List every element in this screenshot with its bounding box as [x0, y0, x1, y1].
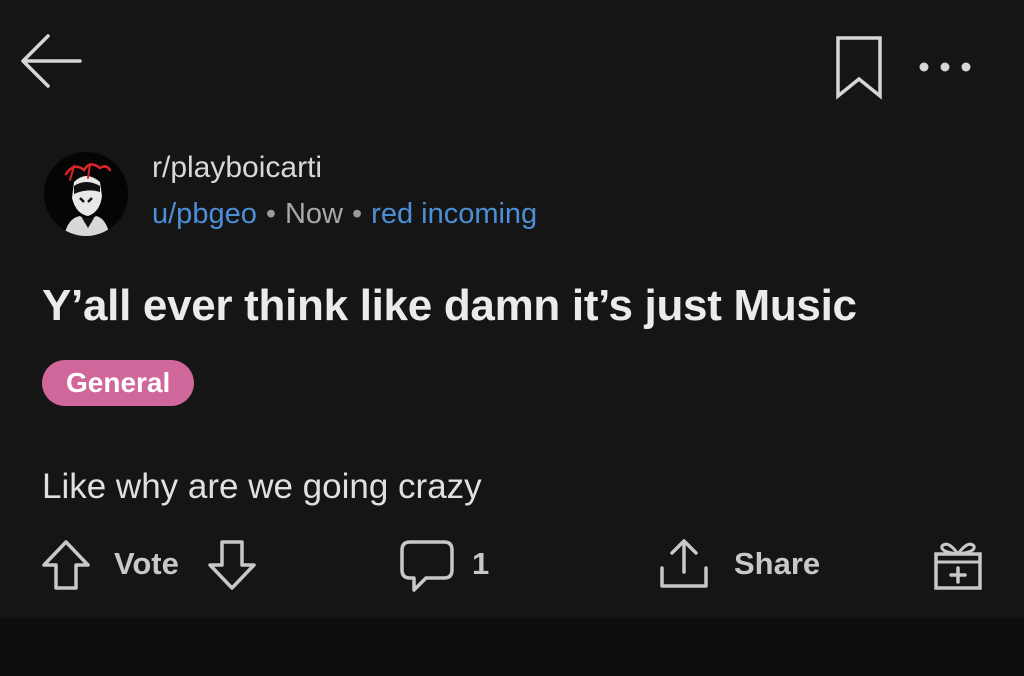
post-meta: u/pbgeo • Now • red incoming	[152, 196, 537, 232]
subreddit-name[interactable]: r/playboicarti	[152, 150, 322, 186]
subreddit-avatar-image	[44, 152, 128, 236]
author-username[interactable]: u/pbgeo	[152, 198, 257, 230]
back-arrow-icon	[21, 34, 82, 88]
downvote-button[interactable]	[206, 538, 258, 592]
gift-award-icon	[934, 542, 982, 590]
post-title: Y’all ever think like damn it’s just Mus…	[42, 281, 857, 330]
post-body-text: Like why are we going crazy	[42, 467, 482, 506]
bookmark-icon	[836, 36, 882, 100]
share-button[interactable]	[656, 536, 712, 592]
vote-label: Vote	[114, 546, 179, 581]
upvote-button[interactable]	[40, 538, 92, 592]
downvote-arrow-icon	[208, 540, 256, 590]
back-button[interactable]	[18, 30, 84, 92]
post-timestamp: Now	[284, 198, 343, 230]
upvote-arrow-icon	[42, 540, 90, 590]
share-label[interactable]: Share	[734, 544, 820, 584]
award-button[interactable]	[930, 536, 986, 592]
share-icon	[660, 539, 708, 588]
bottom-bar	[0, 618, 1024, 676]
more-options-button[interactable]	[912, 52, 978, 82]
subreddit-avatar[interactable]	[44, 152, 128, 236]
comments-button[interactable]	[398, 536, 456, 594]
meta-separator: •	[265, 198, 276, 230]
post-flair-badge[interactable]: General	[42, 360, 195, 406]
comment-count: 1	[472, 546, 490, 581]
comment-bubble-icon	[400, 540, 454, 592]
author-flair: red incoming	[371, 198, 538, 230]
more-options-icon	[919, 62, 971, 72]
save-button[interactable]	[832, 34, 886, 100]
post-screen: r/playboicarti u/pbgeo • Now • red incoming …	[0, 0, 1024, 618]
meta-separator: •	[352, 198, 363, 230]
